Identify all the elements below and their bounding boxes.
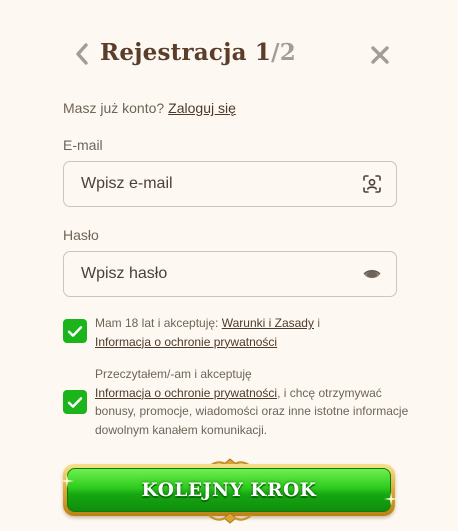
next-step-button-face: KOLEJNY KROK bbox=[67, 468, 391, 512]
email-label: E-mail bbox=[63, 137, 103, 153]
email-field[interactable] bbox=[64, 162, 344, 206]
page-title: Rejestracja 1/2 bbox=[100, 39, 296, 66]
close-button[interactable] bbox=[366, 42, 394, 68]
terms-consent-text: Mam 18 lat i akceptuję: Warunki i Zasady… bbox=[95, 314, 415, 351]
login-prompt: Masz już konto? Zaloguj się bbox=[63, 100, 236, 116]
step-indicator: /2 bbox=[271, 39, 296, 66]
password-field-box bbox=[63, 251, 397, 297]
privacy-link-2[interactable]: Informacja o ochronie prywatności bbox=[95, 386, 277, 400]
login-prompt-text: Masz już konto? bbox=[63, 100, 165, 116]
login-link[interactable]: Zaloguj się bbox=[168, 100, 236, 116]
terms-link[interactable]: Warunki i Zasady bbox=[222, 316, 314, 330]
scan-face-icon[interactable] bbox=[362, 174, 382, 194]
marketing-text-before: Przeczytałem/-am i akceptuję bbox=[95, 367, 252, 381]
header: Rejestracja 1/2 bbox=[0, 32, 458, 76]
terms-text-mid: i bbox=[313, 316, 320, 330]
title-text: Rejestracja 1 bbox=[100, 39, 272, 66]
sparkle-icon bbox=[384, 492, 398, 506]
ornament-bottom-icon bbox=[208, 513, 252, 524]
next-step-button-wrapper: KOLEJNY KROK bbox=[60, 458, 400, 524]
checkmark-icon bbox=[67, 396, 83, 408]
next-step-label: KOLEJNY KROK bbox=[141, 479, 317, 501]
privacy-link[interactable]: Informacja o ochronie prywatności bbox=[95, 335, 277, 349]
terms-checkbox[interactable] bbox=[63, 319, 87, 343]
marketing-checkbox[interactable] bbox=[63, 390, 87, 414]
checkmark-icon bbox=[67, 325, 83, 337]
sparkle-icon bbox=[60, 474, 74, 488]
eye-icon[interactable] bbox=[362, 264, 382, 284]
password-label: Hasło bbox=[63, 227, 99, 243]
email-field-box bbox=[63, 161, 397, 207]
back-button[interactable] bbox=[70, 40, 94, 68]
marketing-consent-text: Przeczytałem/-am i akceptuję Informacja o… bbox=[95, 365, 415, 439]
terms-text-before: Mam 18 lat i akceptuję: bbox=[95, 316, 222, 330]
chevron-left-icon bbox=[76, 43, 88, 65]
close-icon bbox=[371, 46, 389, 64]
next-step-button[interactable]: KOLEJNY KROK bbox=[63, 464, 395, 516]
password-field[interactable] bbox=[64, 252, 344, 296]
